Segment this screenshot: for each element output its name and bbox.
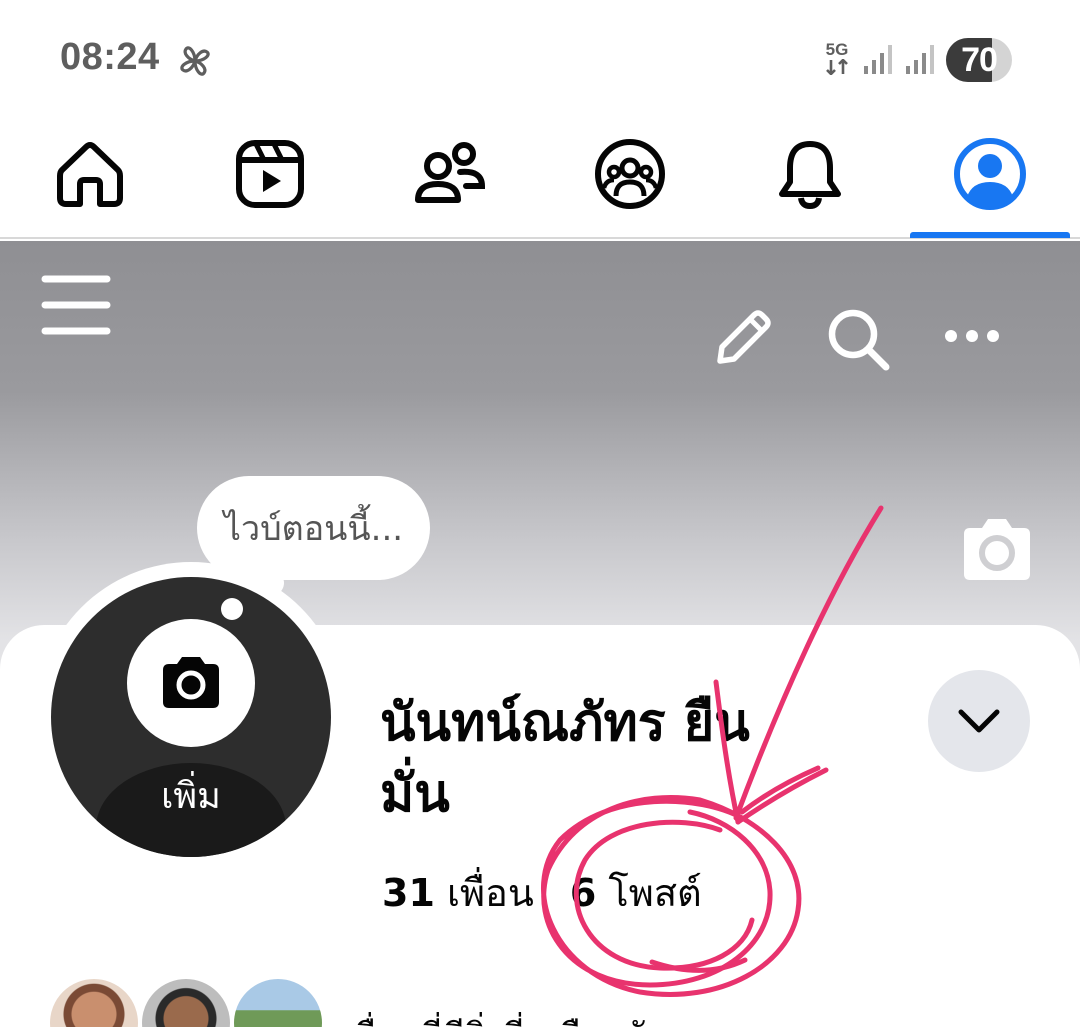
vibe-note-bubble[interactable]: ไวบ์ตอนนี้... [197, 476, 430, 580]
reels-icon [236, 139, 304, 208]
tab-reels[interactable] [180, 110, 360, 237]
profile-icon [954, 137, 1026, 210]
posts-stat[interactable]: 6 โพสต์ [570, 871, 702, 915]
search-icon[interactable] [826, 307, 890, 371]
tab-profile[interactable] [900, 110, 1080, 237]
menu-icon[interactable] [40, 273, 112, 337]
pinwheel-icon [180, 46, 210, 76]
friends-count: 31 [382, 871, 435, 915]
tab-groups[interactable] [540, 110, 720, 237]
data-arrows-icon [826, 59, 848, 75]
battery-icon: 70 [946, 38, 1012, 82]
avatar-camera-button[interactable] [127, 619, 255, 747]
vibe-bubble-dot [221, 598, 243, 620]
status-bar: 08:24 5G 70 [0, 0, 1080, 110]
tab-friends[interactable] [360, 110, 540, 237]
profile-name: นันทน์ณภัทร ยืน มั่น [380, 688, 900, 829]
vibe-placeholder: ไวบ์ตอนนี้... [223, 509, 404, 549]
groups-icon [595, 138, 665, 209]
friends-label: เพื่อน [446, 871, 534, 915]
home-icon [57, 141, 123, 207]
bell-icon [779, 140, 841, 209]
friends-icon [415, 141, 486, 203]
edit-icon[interactable] [712, 307, 774, 369]
profile-stats: 31 เพื่อน 6 โพสต์ [382, 862, 702, 923]
avatar[interactable]: เพิ่ม [51, 577, 331, 857]
camera-icon [163, 657, 219, 708]
posts-count: 6 [569, 871, 597, 915]
mutual-friends-text: เพื่อนที่มีสิ่งที่เหมือนกัน [342, 1008, 668, 1027]
avatar-add-label: เพิ่ม [161, 776, 221, 817]
profile-name-line1: นันทน์ณภัทร ยืน [380, 693, 750, 753]
network-type: 5G [822, 41, 852, 75]
expand-profile-button[interactable] [928, 670, 1030, 772]
battery-level: 70 [961, 41, 998, 79]
tab-home[interactable] [0, 110, 180, 237]
active-tab-indicator [910, 232, 1070, 238]
friends-stat[interactable]: 31 เพื่อน [382, 871, 534, 915]
status-time: 08:24 [60, 36, 160, 78]
tab-notifications[interactable] [720, 110, 900, 237]
posts-label: โพสต์ [608, 871, 702, 915]
top-nav-bar [0, 110, 1080, 239]
chevron-down-icon [958, 709, 1000, 733]
signal-icon [906, 45, 934, 74]
cover-camera-icon[interactable] [958, 516, 1036, 582]
signal-icon [864, 45, 892, 74]
profile-name-line2: มั่น [380, 763, 450, 824]
more-icon[interactable] [942, 323, 1002, 349]
